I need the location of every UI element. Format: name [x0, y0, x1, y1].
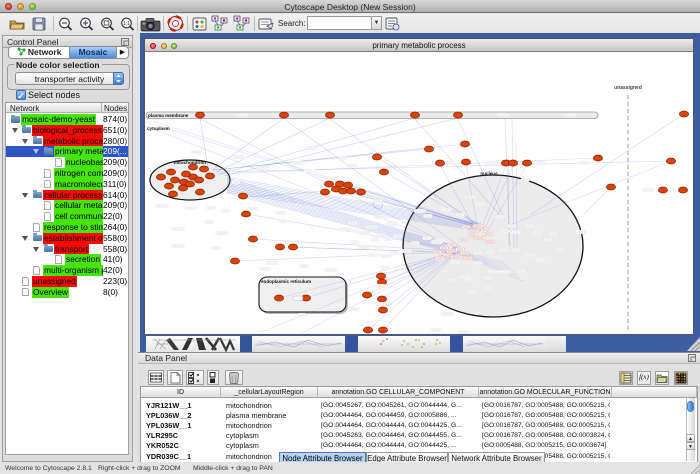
svg-text:1:1: 1:1: [123, 21, 130, 27]
svg-text:nucleus: nucleus: [480, 171, 498, 176]
svg-text:unassigned: unassigned: [614, 85, 642, 91]
svg-text:endoplasmic reticulum: endoplasmic reticulum: [261, 279, 311, 284]
svg-text:plasma membrane: plasma membrane: [148, 113, 189, 118]
